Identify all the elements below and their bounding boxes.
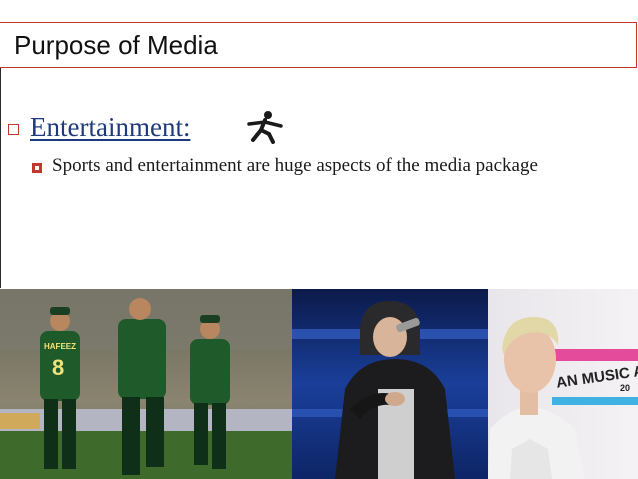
filled-square-bullet-icon [32, 163, 42, 173]
performer-photo [292, 289, 488, 479]
cricket-photo: HAFEEZ 8 [0, 289, 292, 479]
awards-photo: AN MUSIC AWA 20 [488, 289, 638, 479]
section-heading: Entertainment: [30, 112, 191, 142]
jersey-number: 8 [52, 355, 64, 380]
jersey-name: HAFEEZ [44, 342, 76, 351]
runner-icon [247, 111, 283, 144]
slide-title: Purpose of Media [14, 30, 218, 60]
photo-strip: HAFEEZ 8 AN MUSIC AWA 20 [0, 289, 638, 479]
award-year-text: 20 [620, 383, 630, 393]
content-border [0, 68, 1, 288]
bullet-text: Sports and entertainment are huge aspect… [52, 155, 538, 176]
title-bar: Purpose of Media [0, 22, 637, 68]
square-bullet-icon [8, 124, 19, 135]
